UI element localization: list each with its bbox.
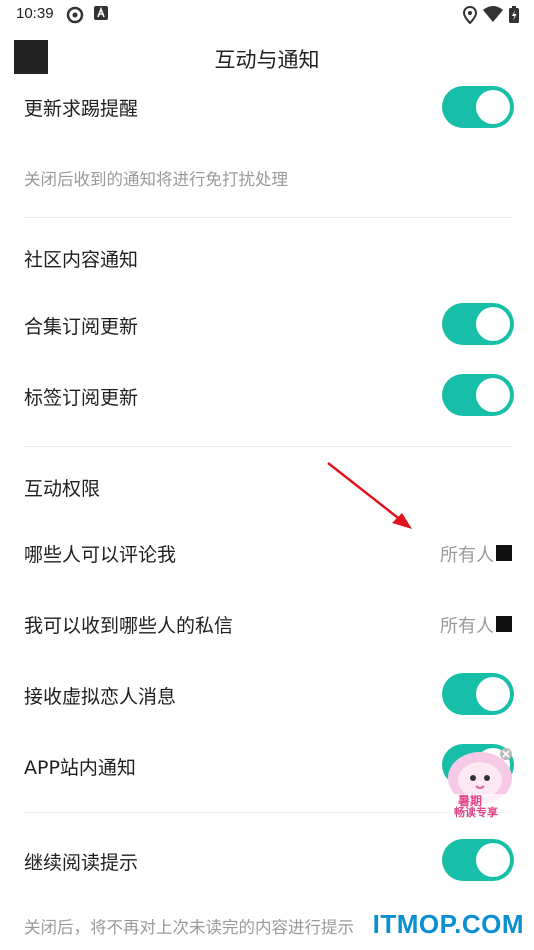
- settings-row-collection-update[interactable]: 合集订阅更新: [24, 302, 514, 346]
- a-notification-icon: [94, 6, 108, 20]
- toggle-knob: [476, 90, 510, 124]
- location-icon: [463, 6, 477, 24]
- row-label: 继续阅读提示: [24, 852, 139, 874]
- toggle-knob: [476, 677, 510, 711]
- continue-reading-toggle[interactable]: [442, 839, 514, 881]
- divider: [24, 446, 512, 447]
- row-label: APP站内通知: [24, 757, 136, 779]
- row-value: 所有人: [440, 545, 494, 566]
- settings-row-tag-update[interactable]: 标签订阅更新: [24, 373, 514, 417]
- divider: [24, 217, 512, 218]
- settings-row-update-reminder[interactable]: 更新求踢提醒: [24, 84, 514, 128]
- chevron-right-icon: [496, 616, 512, 632]
- row-label: 合集订阅更新: [24, 316, 139, 338]
- row-value: 所有人: [440, 616, 494, 637]
- battery-icon: [509, 6, 519, 23]
- row-label: 标签订阅更新: [24, 387, 139, 409]
- status-time: 10:39: [16, 5, 54, 22]
- settings-row-virtual-lover[interactable]: 接收虚拟恋人消息: [24, 672, 514, 716]
- wifi-icon: [483, 6, 503, 22]
- virtual-lover-toggle[interactable]: [442, 673, 514, 715]
- section-title-interaction: 互动权限: [24, 478, 101, 500]
- update-reminder-toggle[interactable]: [442, 86, 514, 128]
- row-label: 我可以收到哪些人的私信: [24, 615, 234, 637]
- tag-update-toggle[interactable]: [442, 374, 514, 416]
- section-title-community: 社区内容通知: [24, 249, 139, 271]
- chevron-right-icon: [496, 545, 512, 561]
- toggle-knob: [476, 307, 510, 341]
- toggle-knob: [476, 843, 510, 877]
- row-label: 更新求踢提醒: [24, 98, 139, 120]
- collection-update-toggle[interactable]: [442, 303, 514, 345]
- toggle-knob: [476, 378, 510, 412]
- watermark: ITMOP.COM: [372, 909, 524, 939]
- settings-row-continue-reading[interactable]: 继续阅读提示: [24, 838, 514, 882]
- page-title: 互动与通知: [214, 48, 320, 72]
- settings-row-who-can-comment[interactable]: 哪些人可以评论我 所有人: [24, 530, 514, 574]
- app-bar: 互动与通知: [0, 28, 534, 92]
- promo-badge[interactable]: 暑期 畅读专享: [440, 748, 518, 820]
- promo-line2: 畅读专享: [454, 806, 498, 819]
- sync-icon: [66, 6, 84, 24]
- continue-hint-text: 关闭后，将不再对上次未读完的内容进行提示: [24, 918, 354, 937]
- divider: [24, 812, 512, 813]
- settings-row-private-message[interactable]: 我可以收到哪些人的私信 所有人: [24, 601, 514, 645]
- row-label: 哪些人可以评论我: [24, 544, 177, 566]
- status-bar: 10:39: [0, 0, 534, 28]
- row-label: 接收虚拟恋人消息: [24, 686, 177, 708]
- red-arrow-annotation: [327, 462, 412, 529]
- update-hint-text: 关闭后收到的通知将进行免打扰处理: [24, 170, 288, 189]
